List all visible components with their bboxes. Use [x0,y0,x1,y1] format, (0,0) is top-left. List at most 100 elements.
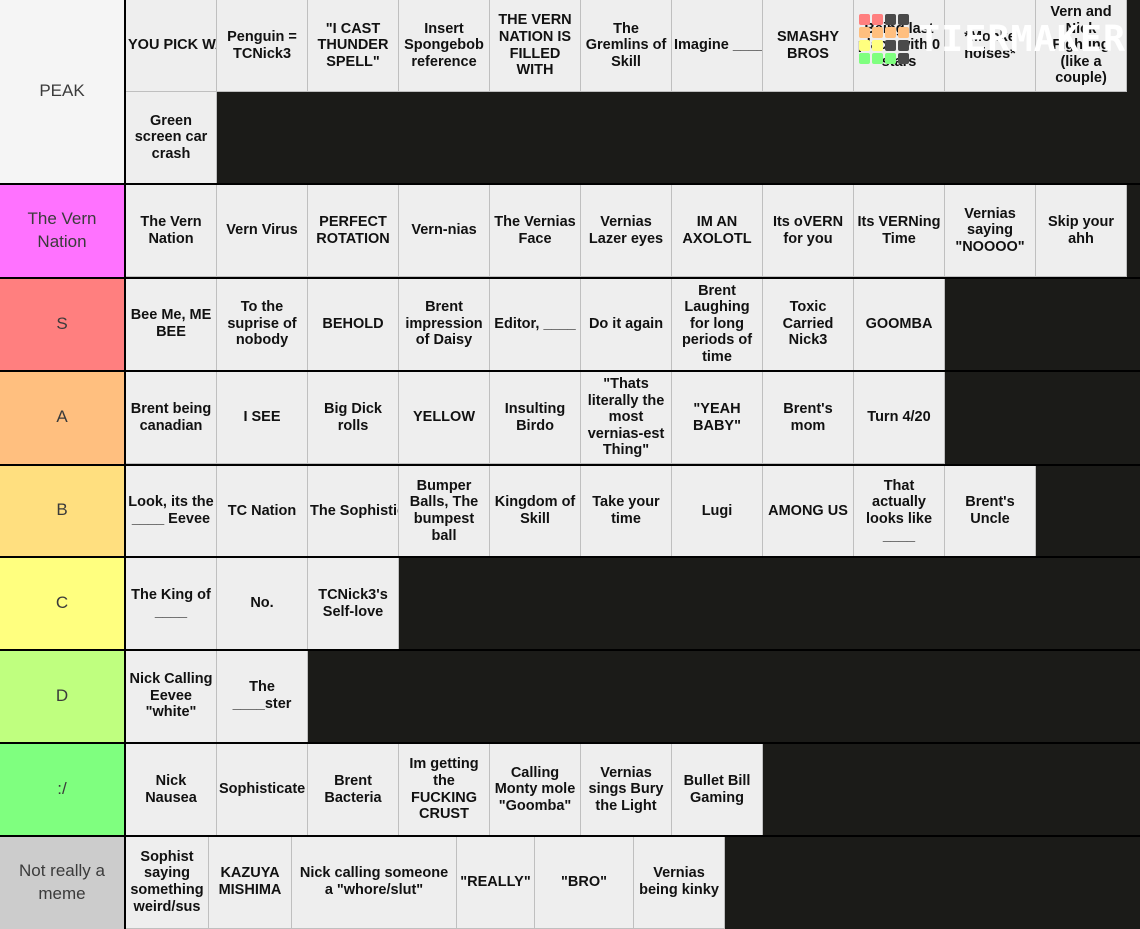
tier-items-a[interactable]: Brent being canadian I SEE Big Dick roll… [126,372,1140,464]
tier-item[interactable]: Nick calling someone a "whore/slut" [292,836,457,929]
tiermaker-wordmark: TIERMAKER [917,18,1127,60]
tier-items-s[interactable]: Bee Me, ME BEE To the suprise of nobody … [126,278,1140,370]
tier-item[interactable]: The King of ____ [126,558,217,649]
tier-item[interactable]: Sophist saying something weird/sus [126,836,209,929]
tier-label-text: PEAK [39,81,85,101]
tier-items-not-really-a-meme[interactable]: Sophist saying something weird/sus KAZUY… [126,836,1140,929]
tier-item[interactable]: That actually looks like ____ [854,465,945,556]
tier-item[interactable]: SMASHY BROS [763,0,854,92]
tier-item[interactable]: No. [217,558,308,649]
tier-item[interactable]: Green screen car crash [126,92,217,183]
logo-grid-cell [884,53,896,64]
tier-label-text: The Vern Nation [27,208,97,251]
tier-item[interactable]: The ____ster [217,650,308,742]
tier-item[interactable]: The Vern Nation [126,185,217,277]
tier-item[interactable]: IM AN AXOLOTL [672,185,763,277]
tier-item[interactable]: Editor, ____ [490,278,581,370]
logo-grid-cell [858,27,870,38]
tier-row-meh: :/ Nick Nausea Sophisticate Sickness Bre… [0,744,1140,837]
tier-item[interactable]: Take your time [581,465,672,556]
tier-item[interactable]: AMONG US [763,465,854,556]
tier-label-meh[interactable]: :/ [0,744,126,835]
tier-item[interactable]: Brent's Uncle [945,465,1036,556]
tier-item[interactable]: Vernias being kinky [634,836,725,929]
tier-label-text: B [56,500,68,520]
tier-item[interactable]: Insulting Birdo [490,372,581,464]
tier-item[interactable]: Bumper Balls, The bumpest ball [399,465,490,556]
tier-item[interactable]: Vernias saying "NOOOO" [945,185,1036,277]
tier-item[interactable]: BEHOLD [308,278,399,370]
tier-item[interactable]: Its VERNing Time [854,185,945,277]
tier-item[interactable]: Bee Me, ME BEE [126,278,217,370]
tier-item[interactable]: Brent Laughing for long periods of time [672,278,763,370]
tier-item[interactable]: Lugi [672,465,763,556]
tier-item[interactable]: "Thats literally the most vernias-est Th… [581,372,672,464]
tier-item[interactable]: YOU PICK WAAAAAAAA [126,0,217,92]
tier-items-vern-nation[interactable]: The Vern Nation Vern Virus PERFECT ROTAT… [126,185,1140,277]
tier-item[interactable]: Toxic Carried Nick3 [763,278,854,370]
tier-label-text: A [56,407,68,427]
tier-item[interactable]: The Gremlins of Skill [581,0,672,92]
tier-item[interactable]: Bullet Bill Gaming [672,744,763,835]
tier-item[interactable]: Calling Monty mole "Goomba" [490,744,581,835]
tier-item[interactable]: THE VERN NATION IS FILLED WITH [490,0,581,92]
tier-item[interactable]: Vern Virus [217,185,308,277]
tier-label-a[interactable]: A [0,372,126,464]
logo-grid-cell [884,27,896,38]
tier-item[interactable]: Kingdom of Skill [490,465,581,556]
tiermaker-logo[interactable]: TIERMAKER [858,14,1127,64]
tier-row-d: D Nick Calling Eevee "white" The ____ste… [0,650,1140,744]
tier-items-c[interactable]: The King of ____ No. TCNick3's Self-love [126,558,1140,649]
tier-item[interactable]: Vernias sings Bury the Light [581,744,672,835]
tier-label-c[interactable]: C [0,558,126,649]
tier-label-not-really-a-meme[interactable]: Not really a meme [0,836,126,929]
tier-label-text: C [55,592,69,612]
tier-item[interactable]: Imagine ____, Thats embarrassing [672,0,763,92]
tier-item[interactable]: Brent being canadian [126,372,217,464]
tier-item[interactable]: Brent impression of Daisy [399,278,490,370]
tier-item[interactable]: "YEAH BABY" [672,372,763,464]
tier-item[interactable]: Big Dick rolls [308,372,399,464]
tier-label-text: Not really a meme [19,860,105,903]
tier-item[interactable]: TCNick3's Self-love [308,558,399,649]
tier-item[interactable]: YELLOW [399,372,490,464]
tier-items-meh[interactable]: Nick Nausea Sophisticate Sickness Brent … [126,744,1140,835]
tier-item[interactable]: "REALLY" [457,836,535,929]
tier-item[interactable]: Nick Nausea [126,744,217,835]
tier-item[interactable]: Do it again [581,278,672,370]
tier-item[interactable]: To the suprise of nobody [217,278,308,370]
tier-item[interactable]: Vernias Lazer eyes [581,185,672,277]
logo-grid-cell [897,14,909,25]
tier-item[interactable]: TC Nation [217,465,308,556]
tier-item[interactable]: GOOMBA [854,278,945,370]
logo-grid-cell [897,27,909,38]
tier-item[interactable]: Look, its the ____ Eevee [126,465,217,556]
tier-item[interactable]: Im getting the FUCKING CRUST [399,744,490,835]
tier-item[interactable]: The Vernias Face [490,185,581,277]
tier-item[interactable]: The Sophisticate society [308,465,399,556]
tier-label-vern-nation[interactable]: The Vern Nation [0,185,126,277]
tier-item[interactable]: Its oVERN for you [763,185,854,277]
tier-item[interactable]: "BRO" [535,836,634,929]
tier-item[interactable]: Insert Spongebob reference [399,0,490,92]
tier-item[interactable]: Turn 4/20 [854,372,945,464]
logo-grid-cell [871,40,883,51]
tier-label-b[interactable]: B [0,465,126,556]
tier-label-peak[interactable]: PEAK [0,0,126,183]
tier-item[interactable]: PERFECT ROTATION [308,185,399,277]
tier-row-s: S Bee Me, ME BEE To the suprise of nobod… [0,278,1140,372]
tier-item[interactable]: I SEE [217,372,308,464]
tier-item[interactable]: Nick Calling Eevee "white" [126,650,217,742]
tier-item[interactable]: Vern-nias [399,185,490,277]
tier-items-b[interactable]: Look, its the ____ Eevee TC Nation The S… [126,465,1140,556]
tier-item[interactable]: Brent's mom [763,372,854,464]
tier-item[interactable]: "I CAST THUNDER SPELL" [308,0,399,92]
tier-label-d[interactable]: D [0,650,126,742]
tier-items-d[interactable]: Nick Calling Eevee "white" The ____ster [126,650,1140,742]
tier-label-s[interactable]: S [0,278,126,370]
tier-item[interactable]: Sophisticate Sickness [217,744,308,835]
tier-item[interactable]: KAZUYA MISHIMA [209,836,292,929]
tier-item[interactable]: Skip your ahh [1036,185,1127,277]
tier-item[interactable]: Penguin = TCNick3 [217,0,308,92]
tier-item[interactable]: Brent Bacteria [308,744,399,835]
